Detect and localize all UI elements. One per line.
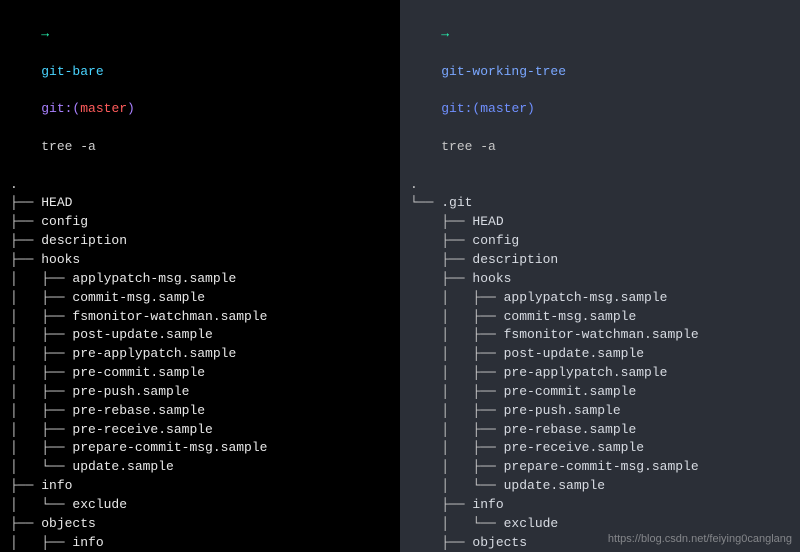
tree-row: │ ├── prepare-commit-msg.sample: [410, 458, 790, 477]
tree-row: │ ├── applypatch-msg.sample: [10, 270, 390, 289]
tree-node: update.sample: [504, 478, 605, 493]
tree-node: hooks: [41, 252, 80, 267]
prompt-arrow-icon: →: [441, 26, 449, 41]
tree-node: info: [41, 478, 72, 493]
tree-row: │ └── update.sample: [10, 458, 390, 477]
tree-row: │ ├── post-update.sample: [10, 326, 390, 345]
tree-row: │ ├── pre-applypatch.sample: [410, 364, 790, 383]
command: tree -a: [41, 139, 96, 154]
tree-row: │ ├── pre-commit.sample: [10, 364, 390, 383]
tree-node: .git: [441, 195, 472, 210]
tree-node: post-update.sample: [72, 327, 212, 342]
tree-row: │ ├── post-update.sample: [410, 345, 790, 364]
tree-row: │ ├── applypatch-msg.sample: [410, 289, 790, 308]
tree-row: │ └── exclude: [10, 496, 390, 515]
tree-root: .: [410, 176, 790, 195]
tree-node: post-update.sample: [504, 346, 644, 361]
tree-row: │ ├── prepare-commit-msg.sample: [10, 439, 390, 458]
tree-node: info: [472, 497, 503, 512]
tree-row: │ ├── pre-push.sample: [10, 383, 390, 402]
tree-node: prepare-commit-msg.sample: [504, 459, 699, 474]
tree-node: fsmonitor-watchman.sample: [72, 309, 267, 324]
prompt-git: git:(: [41, 101, 80, 116]
tree-row: ├── info: [10, 477, 390, 496]
tree-node: pre-rebase.sample: [72, 403, 205, 418]
tree-node: description: [41, 233, 127, 248]
tree-node: pre-receive.sample: [504, 440, 644, 455]
tree-node: description: [472, 252, 558, 267]
tree-output: ├── HEAD├── config├── description├── hoo…: [10, 194, 390, 552]
tree-row: │ ├── pre-rebase.sample: [410, 421, 790, 440]
tree-node: HEAD: [41, 195, 72, 210]
tree-row: ├── HEAD: [410, 213, 790, 232]
tree-node: update.sample: [72, 459, 173, 474]
tree-row: ├── config: [410, 232, 790, 251]
prompt-branch: master: [480, 101, 527, 116]
tree-row: ├── hooks: [10, 251, 390, 270]
prompt-dir: git-working-tree: [441, 64, 566, 79]
tree-node: pre-commit.sample: [72, 365, 205, 380]
tree-node: pre-push.sample: [504, 403, 621, 418]
tree-node: exclude: [504, 516, 559, 531]
terminal-left[interactable]: → git-bare git:(master) tree -a . ├── HE…: [0, 0, 400, 552]
prompt-line: → git-bare git:(master) tree -a: [10, 6, 390, 176]
tree-node: pre-push.sample: [72, 384, 189, 399]
prompt-line: → git-working-tree git:(master) tree -a: [410, 6, 790, 176]
tree-row: │ ├── pre-rebase.sample: [10, 402, 390, 421]
tree-node: pre-rebase.sample: [504, 422, 637, 437]
tree-node: pre-applypatch.sample: [504, 365, 668, 380]
tree-node: applypatch-msg.sample: [72, 271, 236, 286]
tree-row: ├── HEAD: [10, 194, 390, 213]
tree-row: │ ├── info: [10, 534, 390, 552]
watermark: https://blog.csdn.net/feiying0canglang: [608, 532, 792, 548]
tree-node: commit-msg.sample: [504, 309, 637, 324]
tree-node: applypatch-msg.sample: [504, 290, 668, 305]
command: tree -a: [441, 139, 496, 154]
tree-row: ├── hooks: [410, 270, 790, 289]
tree-row: ├── config: [10, 213, 390, 232]
tree-row: │ ├── fsmonitor-watchman.sample: [410, 326, 790, 345]
tree-row: │ └── update.sample: [410, 477, 790, 496]
tree-root: .: [10, 176, 390, 195]
prompt-dir: git-bare: [41, 64, 103, 79]
tree-row: ├── description: [410, 251, 790, 270]
tree-row: ├── objects: [10, 515, 390, 534]
tree-row: │ ├── fsmonitor-watchman.sample: [10, 308, 390, 327]
tree-node: objects: [472, 535, 527, 550]
terminal-right[interactable]: → git-working-tree git:(master) tree -a …: [400, 0, 800, 552]
tree-node: prepare-commit-msg.sample: [72, 440, 267, 455]
tree-node: pre-receive.sample: [72, 422, 212, 437]
prompt-arrow-icon: →: [41, 26, 49, 41]
tree-row: │ ├── pre-receive.sample: [10, 421, 390, 440]
tree-node: pre-applypatch.sample: [72, 346, 236, 361]
tree-node: hooks: [472, 271, 511, 286]
tree-row: │ ├── pre-commit.sample: [410, 383, 790, 402]
tree-row: ├── description: [10, 232, 390, 251]
tree-row: │ ├── commit-msg.sample: [410, 308, 790, 327]
tree-node: HEAD: [472, 214, 503, 229]
tree-row: │ └── exclude: [410, 515, 790, 534]
prompt-branch: master: [80, 101, 127, 116]
tree-node: pre-commit.sample: [504, 384, 637, 399]
tree-row: │ ├── commit-msg.sample: [10, 289, 390, 308]
prompt-git: git:(: [441, 101, 480, 116]
tree-node: exclude: [72, 497, 127, 512]
tree-node: objects: [41, 516, 96, 531]
tree-node: commit-msg.sample: [72, 290, 205, 305]
tree-output: └── .git ├── HEAD ├── config ├── descrip…: [410, 194, 790, 552]
tree-node: config: [41, 214, 88, 229]
tree-node: config: [472, 233, 519, 248]
tree-node: fsmonitor-watchman.sample: [504, 327, 699, 342]
tree-row: ├── info: [410, 496, 790, 515]
tree-node: info: [72, 535, 103, 550]
tree-row: │ ├── pre-push.sample: [410, 402, 790, 421]
tree-row: └── .git: [410, 194, 790, 213]
tree-row: │ ├── pre-applypatch.sample: [10, 345, 390, 364]
tree-row: │ ├── pre-receive.sample: [410, 439, 790, 458]
